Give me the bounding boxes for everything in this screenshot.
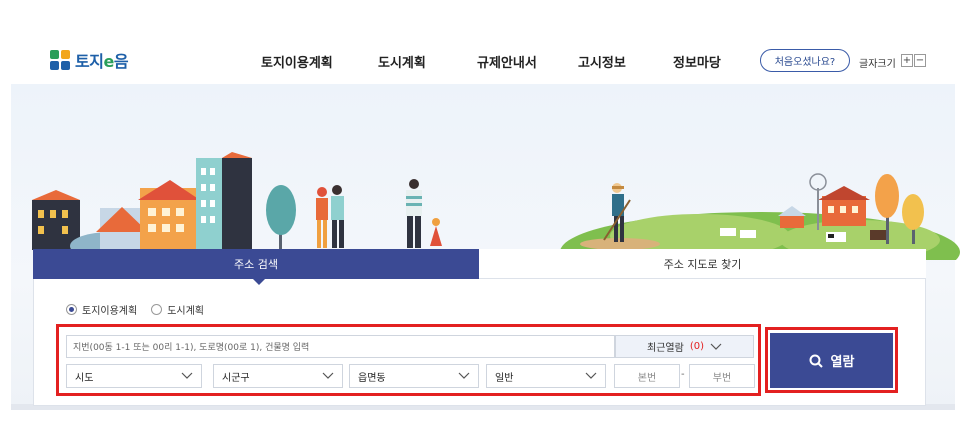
open-button-label: 열람	[830, 355, 855, 370]
sigungu-select-value: 시군구	[222, 372, 250, 384]
recent-views-label: 최근열람	[647, 343, 684, 354]
main-lot-number-input[interactable]: 본번	[614, 364, 680, 388]
plan-type-radio-group: 토지이용계획 도시계획	[66, 302, 218, 317]
search-icon	[809, 354, 823, 368]
lot-type-select[interactable]: 일반	[486, 364, 606, 388]
chevron-down-icon	[710, 343, 722, 350]
sub-lot-number-input[interactable]: 부번	[689, 364, 755, 388]
chevron-down-icon	[458, 372, 470, 379]
radio-label-city-plan: 도시계획	[167, 306, 205, 317]
chevron-down-icon	[181, 372, 193, 379]
sido-select-value: 시도	[75, 372, 94, 384]
hero-illustration	[32, 152, 960, 260]
city-buildings-illustration	[32, 152, 252, 260]
radio-label-land-use-plan: 토지이용계획	[82, 306, 138, 317]
sigungu-select[interactable]: 시군구	[213, 364, 343, 388]
address-search-input[interactable]: 지번(00동 1-1 또는 00리 1-1), 도로명(00로 1), 건물명 …	[66, 335, 615, 358]
chevron-down-icon	[585, 372, 597, 379]
eupmyeondong-select[interactable]: 읍면동	[349, 364, 479, 388]
tab-map-search[interactable]: 주소 지도로 찾기	[479, 249, 926, 279]
people-illustration	[316, 179, 442, 248]
lot-type-select-value: 일반	[495, 372, 514, 384]
tab-address-search[interactable]: 주소 검색	[33, 249, 479, 279]
lot-number-separator: -	[681, 369, 685, 380]
farm-illustration	[560, 173, 960, 260]
open-button[interactable]: 열람	[770, 333, 893, 388]
sido-select[interactable]: 시도	[66, 364, 202, 388]
tree-illustration	[266, 185, 296, 250]
chevron-down-icon	[322, 372, 334, 379]
tab-active-indicator	[252, 278, 266, 285]
recent-views-count: (0)	[689, 341, 704, 352]
recent-views-dropdown[interactable]: 최근열람 (0)	[615, 335, 754, 358]
radio-land-use-plan[interactable]	[66, 304, 77, 315]
eupmyeondong-select-value: 읍면동	[358, 372, 386, 384]
radio-city-plan[interactable]	[151, 304, 163, 315]
